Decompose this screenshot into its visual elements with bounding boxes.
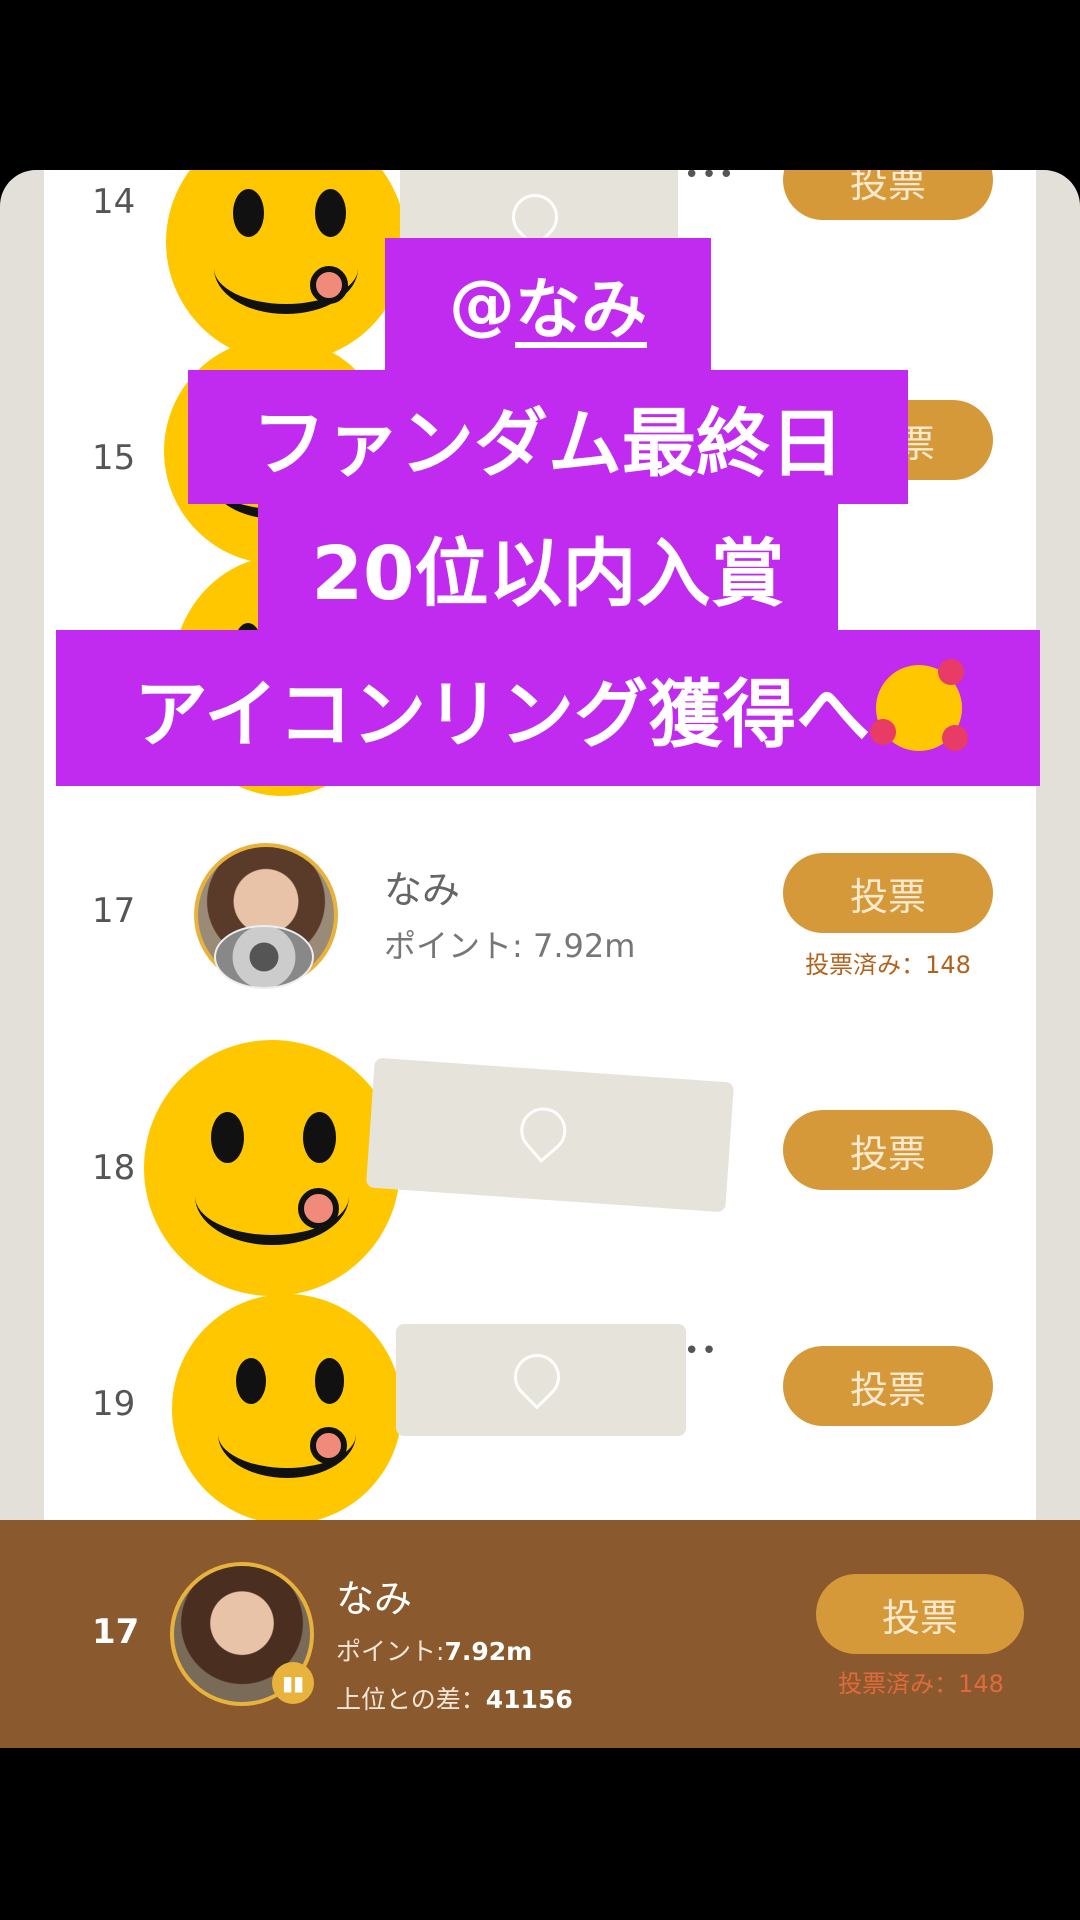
diff-value: 41156 (485, 1685, 573, 1714)
points-label: ポイント: (336, 1637, 445, 1666)
rank-number: 15 (92, 438, 136, 478)
voted-count: 投票済み：148 (805, 951, 971, 979)
overlay-line-4-text: アイコンリング獲得へ (133, 671, 871, 758)
stats-chart-icon[interactable]: ▮▮ (272, 1662, 314, 1704)
overlay-line-1: @ なみ (385, 238, 711, 370)
icon-ring-badge-icon (214, 925, 314, 989)
current-user-voted-count: 投票済み：148 (838, 1670, 1004, 1698)
current-user-diff: 上位との差：41156 (336, 1680, 573, 1716)
rank-number: 14 (92, 182, 136, 222)
more-dots-icon[interactable]: ••• (684, 170, 736, 190)
vote-button[interactable]: 投票 (783, 170, 993, 220)
smiley-sticker-icon (166, 170, 406, 362)
user-points: ポイント: 7.92m (384, 927, 636, 965)
blurred-user-info (365, 1057, 735, 1213)
smiley-sticker-icon (172, 1294, 402, 1520)
overlay-at-sign: @ (449, 265, 515, 343)
current-user-bar: 17 ▮▮ なみ ポイント:7.92m 上位との差：41156 投票 投票済み：… (0, 1520, 1080, 1748)
overlay-line-3-text: 20位以内入賞 (311, 530, 785, 617)
rank-number: 18 (92, 1148, 136, 1188)
user-name: なみ (384, 868, 461, 912)
current-user-vote-button[interactable]: 投票 (816, 1574, 1024, 1654)
top-black-area (0, 0, 1080, 170)
points-value: 7.92m (444, 1637, 533, 1666)
rank-number: 19 (92, 1384, 136, 1424)
vote-button[interactable]: 投票 (783, 853, 993, 933)
ranking-row-17: 17 なみ ポイント: 7.92m 投票 投票済み：148 (44, 843, 1036, 989)
diff-label: 上位との差： (336, 1685, 486, 1714)
blurred-user-info (396, 1324, 686, 1436)
current-user-points: ポイント:7.92m (336, 1632, 532, 1668)
smiley-sticker-icon (144, 1040, 400, 1296)
vote-button[interactable]: 投票 (783, 1346, 993, 1426)
overlay-line-4: アイコンリング獲得へ (56, 630, 1040, 786)
overlay-line-3: 20位以内入賞 (258, 504, 838, 630)
current-user-rank: 17 (92, 1612, 140, 1652)
overlay-line-2: ファンダム最終日 (188, 370, 908, 504)
user-avatar[interactable] (194, 843, 338, 989)
current-user-name: なみ (336, 1577, 413, 1621)
rank-number: 17 (92, 891, 136, 931)
vote-button[interactable]: 投票 (783, 1110, 993, 1190)
smiling-face-with-hearts-icon (870, 659, 969, 751)
overlay-user-name: なみ (515, 271, 647, 348)
more-dots-icon[interactable]: •• (684, 1336, 719, 1366)
